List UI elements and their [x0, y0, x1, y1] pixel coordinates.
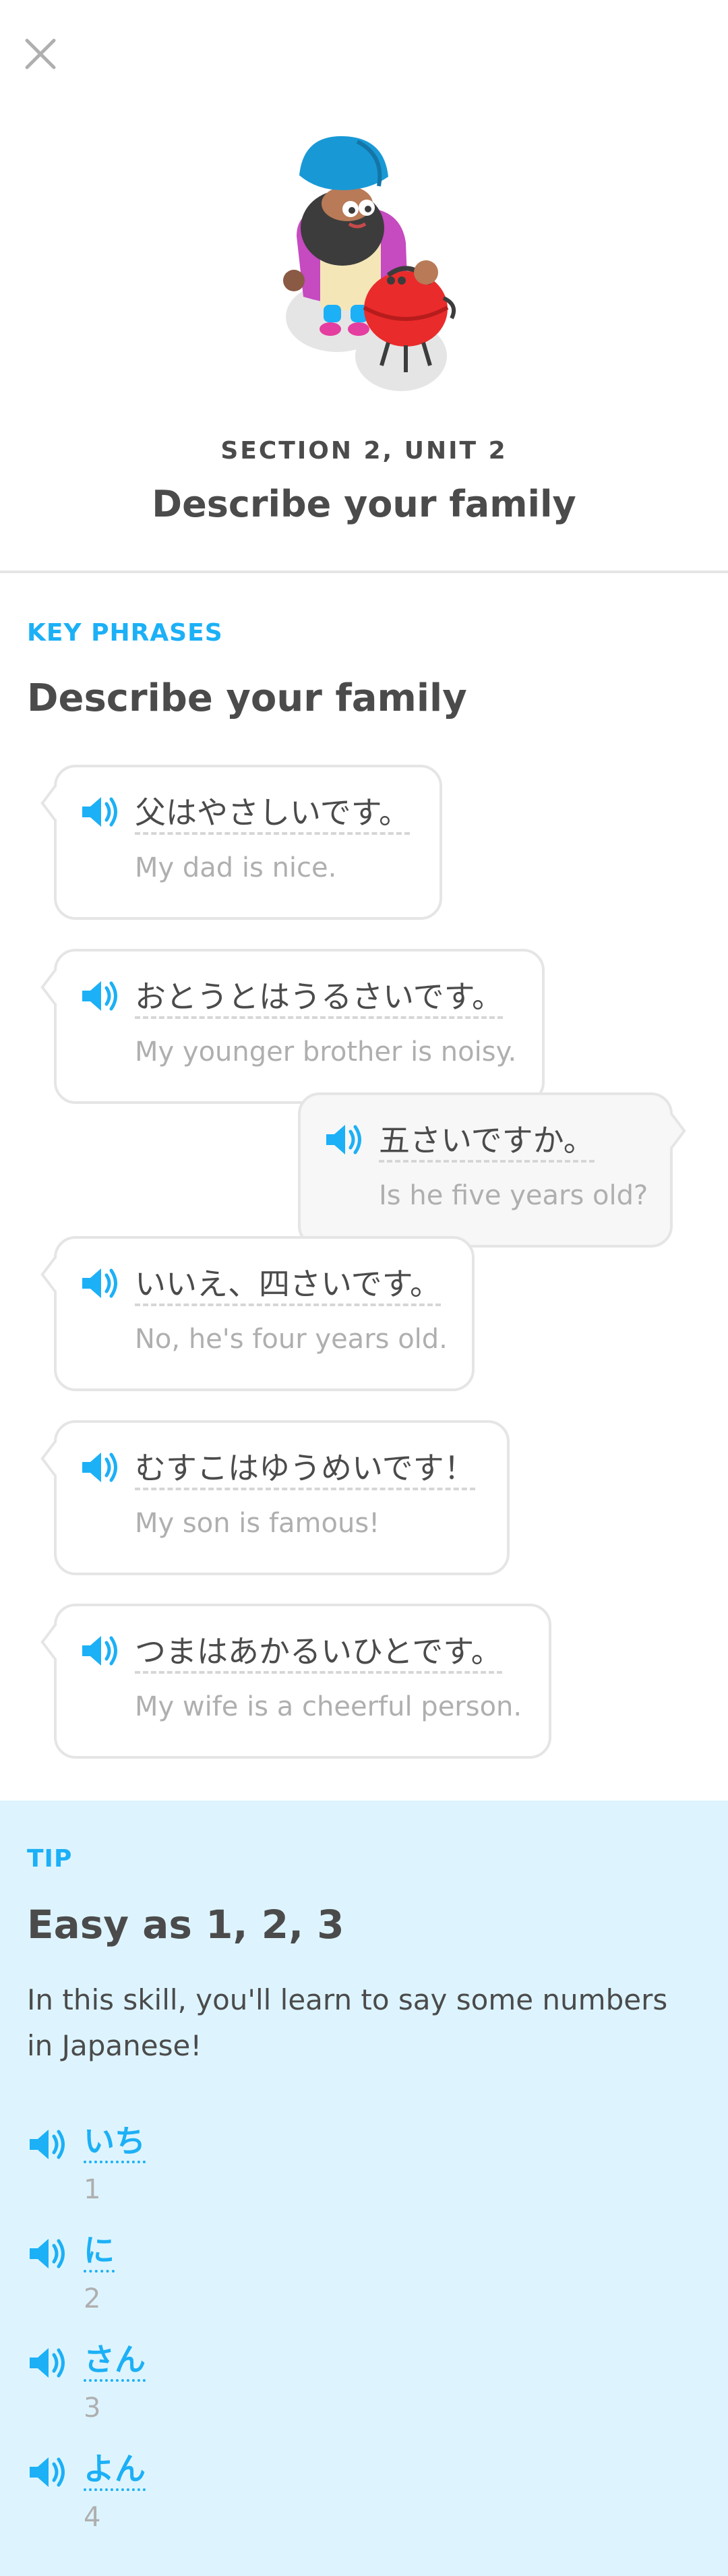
number-value: 1	[84, 2174, 101, 2205]
number-item: よん 4	[27, 2449, 364, 2544]
tip-body: In this skill, you'll learn to say some …	[27, 1983, 668, 2062]
speaker-icon[interactable]	[80, 1266, 120, 1301]
phrase-english: My dad is nice.	[135, 852, 337, 883]
divider	[0, 570, 728, 573]
character-illustration	[256, 128, 472, 405]
speaker-icon[interactable]	[27, 2127, 67, 2162]
phrase-bubble: 父はやさしいです。 My dad is nice.	[40, 765, 442, 920]
number-word[interactable]: よん	[84, 2449, 146, 2491]
speaker-icon[interactable]	[80, 794, 120, 829]
close-icon	[25, 38, 56, 69]
phrase-japanese[interactable]: おとうとはうるさいです。	[135, 977, 504, 1019]
number-word[interactable]: いち	[84, 2121, 146, 2163]
phrase-english: Is he five years old?	[379, 1180, 648, 1211]
speaker-icon[interactable]	[80, 978, 120, 1014]
phrase-bubble: むすこはゆうめいです！ My son is famous!	[40, 1420, 510, 1575]
number-item: さん 3	[27, 2340, 364, 2434]
tip-label: TIP	[27, 1845, 73, 1873]
unit-title: Describe your family	[152, 483, 576, 525]
speaker-icon[interactable]	[324, 1122, 364, 1157]
section-label: SECTION 2, UNIT 2	[220, 437, 508, 465]
number-value: 3	[84, 2393, 101, 2424]
key-phrases-label: KEY PHRASES	[27, 619, 223, 647]
speaker-icon[interactable]	[27, 2345, 67, 2380]
number-word[interactable]: さん	[84, 2340, 146, 2382]
phrase-japanese[interactable]: 五さいですか。	[379, 1121, 595, 1163]
speaker-icon[interactable]	[27, 2455, 67, 2490]
phrase-bubble: おとうとはうるさいです。 My younger brother is noisy…	[40, 949, 545, 1104]
phrase-japanese[interactable]: むすこはゆうめいです！	[135, 1448, 475, 1490]
number-item: に 2	[27, 2231, 364, 2325]
speaker-icon[interactable]	[80, 1633, 120, 1668]
phrase-bubble: 五さいですか。 Is he five years old?	[298, 1092, 686, 1248]
key-phrases-title: Describe your family	[27, 676, 467, 720]
number-item: いち 1	[27, 2121, 364, 2216]
speaker-icon[interactable]	[27, 2236, 67, 2271]
phrase-english: No, he's four years old.	[135, 1324, 448, 1355]
number-value: 4	[84, 2502, 101, 2533]
close-button[interactable]	[22, 35, 59, 73]
phrase-english: My younger brother is noisy.	[135, 1036, 517, 1067]
phrase-english: My wife is a cheerful person.	[135, 1691, 522, 1722]
number-value: 2	[84, 2283, 101, 2314]
phrase-bubble: つまはあかるいひとです。 My wife is a cheerful perso…	[40, 1604, 551, 1759]
speaker-icon[interactable]	[80, 1450, 120, 1485]
phrase-japanese[interactable]: いいえ、四さいです。	[135, 1264, 442, 1306]
tip-title: Easy as 1, 2, 3	[27, 1902, 344, 1948]
phrase-japanese[interactable]: つまはあかるいひとです。	[135, 1632, 502, 1674]
phrase-english: My son is famous!	[135, 1508, 380, 1539]
number-word[interactable]: に	[84, 2231, 115, 2273]
phrase-japanese[interactable]: 父はやさしいです。	[135, 793, 411, 835]
phrase-bubble: いいえ、四さいです。 No, he's four years old.	[40, 1236, 475, 1391]
